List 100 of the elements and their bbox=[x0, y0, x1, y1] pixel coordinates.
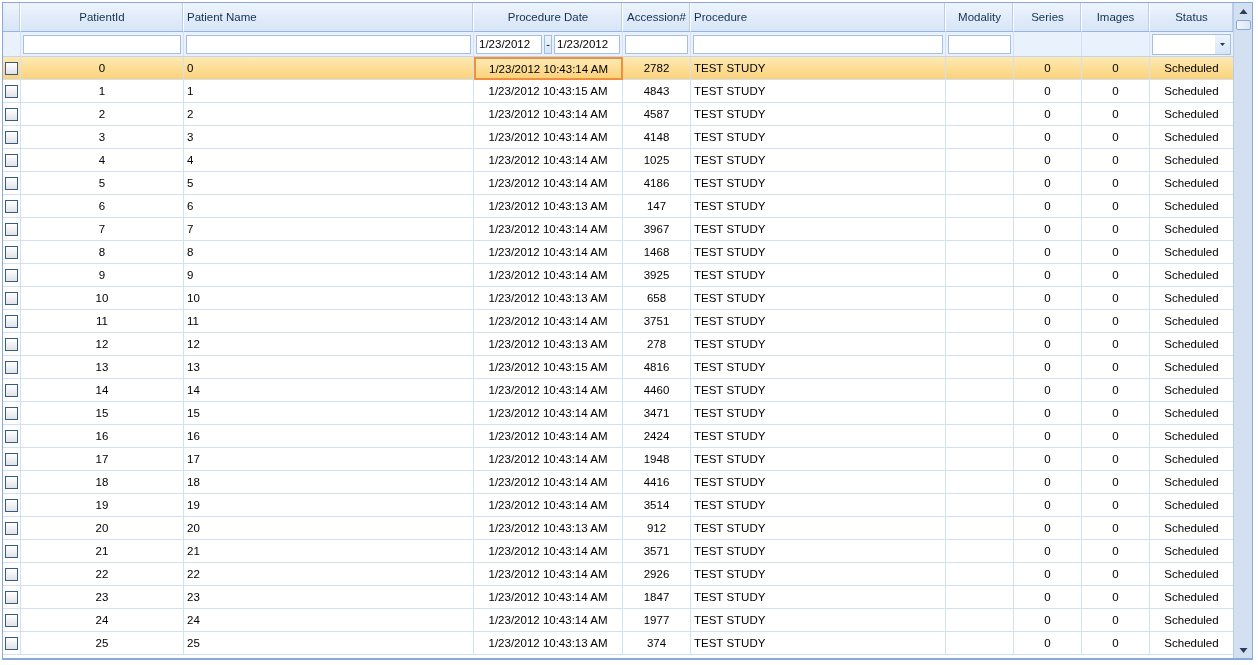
vertical-scrollbar[interactable] bbox=[1233, 3, 1252, 658]
checkbox[interactable] bbox=[5, 84, 18, 98]
row-selector-cell[interactable] bbox=[3, 632, 21, 655]
row-selector-cell[interactable] bbox=[3, 149, 21, 172]
row-selector-cell[interactable] bbox=[3, 195, 21, 218]
table-cell: 1/23/2012 10:43:14 AM bbox=[474, 310, 623, 333]
column-header[interactable]: Status bbox=[1150, 3, 1233, 32]
checkbox[interactable] bbox=[5, 291, 18, 305]
table-cell: 0 bbox=[1014, 609, 1082, 632]
table-cell: 1/23/2012 10:43:13 AM bbox=[474, 333, 623, 356]
row-selector-cell[interactable] bbox=[3, 586, 21, 609]
checkbox[interactable] bbox=[5, 590, 18, 604]
table-cell: TEST STUDY bbox=[691, 448, 946, 471]
column-header[interactable]: PatientId bbox=[21, 3, 184, 32]
checkbox[interactable] bbox=[5, 498, 18, 512]
table-cell: 0 bbox=[1014, 172, 1082, 195]
table-cell: 1847 bbox=[623, 586, 691, 609]
table-cell: 1/23/2012 10:43:13 AM bbox=[474, 632, 623, 655]
row-selector-cell[interactable] bbox=[3, 241, 21, 264]
column-header[interactable]: Procedure bbox=[691, 3, 946, 32]
row-selector-cell[interactable] bbox=[3, 103, 21, 126]
row-selector-cell[interactable] bbox=[3, 448, 21, 471]
table-cell: 2782 bbox=[623, 57, 691, 80]
checkbox[interactable] bbox=[5, 245, 18, 259]
row-selector-cell[interactable] bbox=[3, 172, 21, 195]
row-selector-cell[interactable] bbox=[3, 356, 21, 379]
checkbox[interactable] bbox=[5, 567, 18, 581]
table-cell: 22 bbox=[21, 563, 184, 586]
checkbox[interactable] bbox=[5, 337, 18, 351]
table-cell bbox=[946, 471, 1014, 494]
dropdown-caret-icon bbox=[1220, 42, 1225, 46]
row-selector-cell[interactable] bbox=[3, 57, 21, 80]
table-cell: 0 bbox=[1014, 586, 1082, 609]
checkbox[interactable] bbox=[5, 360, 18, 374]
checkbox[interactable] bbox=[5, 153, 18, 167]
checkbox[interactable] bbox=[5, 130, 18, 144]
scroll-thumb[interactable] bbox=[1235, 20, 1251, 30]
row-selector-cell[interactable] bbox=[3, 540, 21, 563]
column-header[interactable]: Modality bbox=[946, 3, 1014, 32]
table-cell: TEST STUDY bbox=[691, 195, 946, 218]
column-header[interactable]: Accession# bbox=[623, 3, 691, 32]
row-selector-cell[interactable] bbox=[3, 471, 21, 494]
checkbox[interactable] bbox=[5, 521, 18, 535]
column-header[interactable]: Procedure Date bbox=[474, 3, 623, 32]
checkbox[interactable] bbox=[5, 107, 18, 121]
row-selector-cell[interactable] bbox=[3, 126, 21, 149]
row-selector-cell[interactable] bbox=[3, 379, 21, 402]
row-selector-cell[interactable] bbox=[3, 310, 21, 333]
table-cell bbox=[946, 80, 1014, 103]
table-cell: 0 bbox=[1014, 540, 1082, 563]
checkbox[interactable] bbox=[5, 383, 18, 397]
table-cell: 4587 bbox=[623, 103, 691, 126]
column-header[interactable]: Series bbox=[1014, 3, 1082, 32]
table-cell: 4 bbox=[184, 149, 474, 172]
checkbox[interactable] bbox=[5, 613, 18, 627]
row-selector-cell[interactable] bbox=[3, 425, 21, 448]
table-cell: 1/23/2012 10:43:14 AM bbox=[474, 379, 623, 402]
table-cell bbox=[946, 287, 1014, 310]
table-cell bbox=[946, 425, 1014, 448]
range-button[interactable]: - bbox=[544, 34, 552, 54]
checkbox[interactable] bbox=[5, 199, 18, 213]
date-field[interactable]: 1/23/2012 bbox=[554, 34, 620, 54]
checkbox[interactable] bbox=[5, 268, 18, 282]
column-header[interactable]: Images bbox=[1082, 3, 1150, 32]
table-cell: 4816 bbox=[623, 356, 691, 379]
row-selector-cell[interactable] bbox=[3, 517, 21, 540]
table-cell: 0 bbox=[1082, 494, 1150, 517]
table-cell bbox=[946, 218, 1014, 241]
row-selector-cell[interactable] bbox=[3, 218, 21, 241]
table-cell: TEST STUDY bbox=[691, 494, 946, 517]
checkbox[interactable] bbox=[5, 314, 18, 328]
checkbox[interactable] bbox=[5, 636, 18, 650]
row-selector-cell[interactable] bbox=[3, 264, 21, 287]
checkbox[interactable] bbox=[5, 61, 18, 75]
row-selector-cell[interactable] bbox=[3, 402, 21, 425]
row-selector-cell[interactable] bbox=[3, 333, 21, 356]
row-selector-cell[interactable] bbox=[3, 494, 21, 517]
checkbox[interactable] bbox=[5, 544, 18, 558]
row-selector-cell[interactable] bbox=[3, 287, 21, 310]
table-cell: 2 bbox=[21, 103, 184, 126]
table-cell: TEST STUDY bbox=[691, 632, 946, 655]
table-cell: 19 bbox=[184, 494, 474, 517]
table-cell: Scheduled bbox=[1150, 57, 1233, 80]
table-cell: 25 bbox=[184, 632, 474, 655]
checkbox[interactable] bbox=[5, 406, 18, 420]
row-selector-cell[interactable] bbox=[3, 80, 21, 103]
checkbox[interactable] bbox=[5, 475, 18, 489]
date-field[interactable]: 1/23/2012 bbox=[476, 34, 542, 54]
row-selector-cell[interactable] bbox=[3, 563, 21, 586]
table-cell: 0 bbox=[1014, 448, 1082, 471]
table-cell bbox=[946, 103, 1014, 126]
checkbox[interactable] bbox=[5, 452, 18, 466]
checkbox[interactable] bbox=[5, 222, 18, 236]
column-header[interactable]: Patient Name bbox=[184, 3, 474, 32]
row-selector-cell[interactable] bbox=[3, 609, 21, 632]
table-cell bbox=[946, 448, 1014, 471]
checkbox[interactable] bbox=[5, 176, 18, 190]
table-cell bbox=[946, 126, 1014, 149]
checkbox[interactable] bbox=[5, 429, 18, 443]
table-cell bbox=[946, 379, 1014, 402]
